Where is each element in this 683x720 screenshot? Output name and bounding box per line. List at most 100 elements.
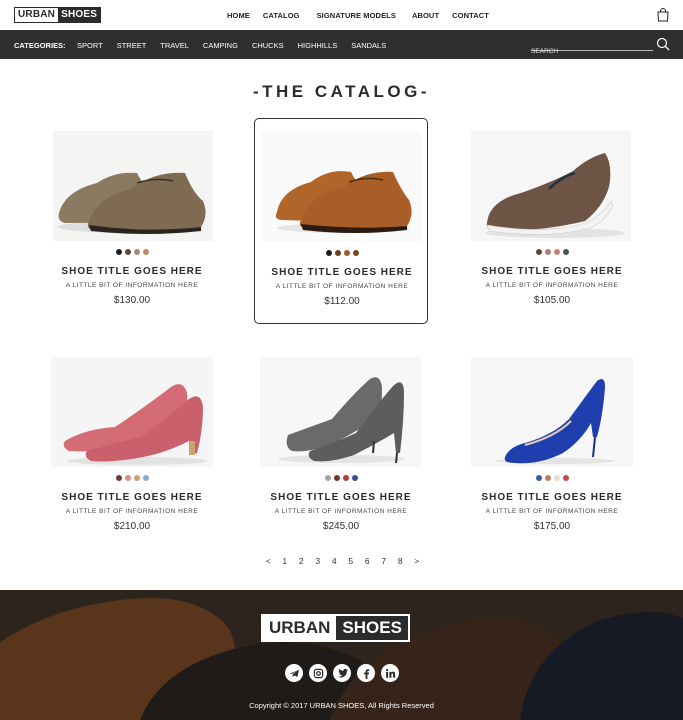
product-image-brown-sneaker[interactable] <box>465 131 639 241</box>
footer-logo[interactable]: URBAN SHOES <box>261 614 410 642</box>
nav-catalog[interactable]: CATALOG <box>263 11 300 20</box>
color-swatch[interactable] <box>115 475 122 481</box>
nav-contact[interactable]: CONTACT <box>452 11 489 20</box>
facebook-icon[interactable] <box>357 664 375 682</box>
color-swatches <box>45 249 219 255</box>
product-info: A LITTLE BIT OF INFORMATION HERE <box>65 508 199 515</box>
category-sport[interactable]: SPORT <box>77 41 103 50</box>
color-swatches <box>255 250 429 256</box>
product-info: A LITTLE BIT OF INFORMATION HERE <box>274 508 408 515</box>
product-price: $245.00 <box>322 521 360 532</box>
product-card-selected[interactable]: SHOE TITLE GOES HERE A LITTLE BIT OF INF… <box>254 118 428 324</box>
color-swatch[interactable] <box>124 475 131 481</box>
product-image-pink-pump[interactable] <box>45 357 219 467</box>
product-price: $105.00 <box>533 295 571 306</box>
top-header: URBAN SHOES HOME CATALOG SIGNATURE MODEL… <box>0 0 683 30</box>
color-swatches <box>254 475 428 481</box>
search-input[interactable] <box>531 48 651 55</box>
category-camping[interactable]: CAMPING <box>203 41 238 50</box>
category-chucks[interactable]: CHUCKS <box>252 41 284 50</box>
product-image-blue-heel[interactable] <box>465 357 639 467</box>
category-sandals[interactable]: SANDALS <box>351 41 386 50</box>
shopping-bag-icon[interactable] <box>657 8 669 22</box>
color-swatch[interactable] <box>334 250 341 256</box>
page-link-4[interactable]: 4 <box>326 556 343 566</box>
product-title[interactable]: SHOE TITLE GOES HERE <box>254 492 428 503</box>
category-travel[interactable]: TRAVEL <box>160 41 189 50</box>
page-link-8[interactable]: 8 <box>392 556 409 566</box>
color-swatch[interactable] <box>342 475 349 481</box>
color-swatch[interactable] <box>115 249 122 255</box>
color-swatches <box>465 475 639 481</box>
product-info: A LITTLE BIT OF INFORMATION HERE <box>485 508 619 515</box>
product-price: $175.00 <box>533 521 571 532</box>
copyright-text: Copyright © 2017 URBAN SHOES, All Rights… <box>249 701 434 710</box>
color-swatch[interactable] <box>324 475 331 481</box>
page-link-6[interactable]: 6 <box>359 556 376 566</box>
social-links <box>285 664 399 682</box>
pagination: < 1 2 3 4 5 6 7 8 > <box>260 556 425 566</box>
category-list: SPORT STREET TRAVEL CAMPING CHUCKS HIGHH… <box>77 41 400 50</box>
color-swatch[interactable] <box>544 475 551 481</box>
page-link-2[interactable]: 2 <box>293 556 310 566</box>
color-swatch[interactable] <box>553 249 560 255</box>
telegram-icon[interactable] <box>285 664 303 682</box>
logo-part-urban: URBAN <box>15 8 59 22</box>
product-title[interactable]: SHOE TITLE GOES HERE <box>465 266 639 277</box>
product-card[interactable]: SHOE TITLE GOES HERE A LITTLE BIT OF INF… <box>45 344 219 550</box>
product-image-grey-heels[interactable] <box>254 357 428 467</box>
product-card[interactable]: SHOE TITLE GOES HERE A LITTLE BIT OF INF… <box>465 118 639 324</box>
logo-part-shoes: SHOES <box>58 8 101 22</box>
color-swatches <box>465 249 639 255</box>
product-title[interactable]: SHOE TITLE GOES HERE <box>45 492 219 503</box>
color-swatch[interactable] <box>343 250 350 256</box>
color-swatch[interactable] <box>124 249 131 255</box>
nav-about[interactable]: ABOUT <box>412 11 439 20</box>
color-swatch[interactable] <box>133 249 140 255</box>
category-street[interactable]: STREET <box>117 41 147 50</box>
prev-page-button[interactable]: < <box>260 556 277 566</box>
twitter-icon[interactable] <box>333 664 351 682</box>
instagram-icon[interactable] <box>309 664 327 682</box>
linkedin-icon[interactable] <box>381 664 399 682</box>
color-swatch[interactable] <box>535 249 542 255</box>
product-title[interactable]: SHOE TITLE GOES HERE <box>465 492 639 503</box>
brand-logo[interactable]: URBAN SHOES <box>14 7 102 23</box>
search-icon[interactable] <box>656 37 670 51</box>
category-highhills[interactable]: HIGHHILLS <box>298 41 338 50</box>
color-swatch[interactable] <box>142 249 149 255</box>
page-link-3[interactable]: 3 <box>310 556 327 566</box>
product-title[interactable]: SHOE TITLE GOES HERE <box>45 266 219 277</box>
color-swatch[interactable] <box>553 475 560 481</box>
color-swatch[interactable] <box>133 475 140 481</box>
product-image-tan-brogue[interactable] <box>255 132 429 242</box>
search-field <box>531 40 653 55</box>
color-swatch[interactable] <box>351 475 358 481</box>
color-swatch[interactable] <box>562 249 569 255</box>
product-info: A LITTLE BIT OF INFORMATION HERE <box>275 283 409 290</box>
product-info: A LITTLE BIT OF INFORMATION HERE <box>485 282 619 289</box>
footer: URBAN SHOES Copyright © 2017 URBAN SHOES… <box>0 590 683 720</box>
product-card[interactable]: SHOE TITLE GOES HERE A LITTLE BIT OF INF… <box>465 344 639 550</box>
nav-signature-models[interactable]: SIGNATURE MODELS <box>317 11 396 20</box>
color-swatches <box>45 475 219 481</box>
color-swatch[interactable] <box>535 475 542 481</box>
product-card[interactable]: SHOE TITLE GOES HERE A LITTLE BIT OF INF… <box>45 118 219 324</box>
page-link-5[interactable]: 5 <box>343 556 360 566</box>
product-card[interactable]: SHOE TITLE GOES HERE A LITTLE BIT OF INF… <box>254 344 428 550</box>
color-swatch[interactable] <box>333 475 340 481</box>
product-price: $210.00 <box>113 521 151 532</box>
color-swatch[interactable] <box>325 250 332 256</box>
nav-home[interactable]: HOME <box>227 11 250 20</box>
color-swatch[interactable] <box>562 475 569 481</box>
color-swatch[interactable] <box>352 250 359 256</box>
product-info: A LITTLE BIT OF INFORMATION HERE <box>65 282 199 289</box>
product-title[interactable]: SHOE TITLE GOES HERE <box>255 267 429 278</box>
page-link-1[interactable]: 1 <box>277 556 294 566</box>
page-link-7[interactable]: 7 <box>376 556 393 566</box>
footer-logo-part-shoes: SHOES <box>336 616 408 640</box>
color-swatch[interactable] <box>544 249 551 255</box>
next-page-button[interactable]: > <box>409 556 426 566</box>
color-swatch[interactable] <box>142 475 149 481</box>
product-image-brown-brogue[interactable] <box>45 131 219 241</box>
